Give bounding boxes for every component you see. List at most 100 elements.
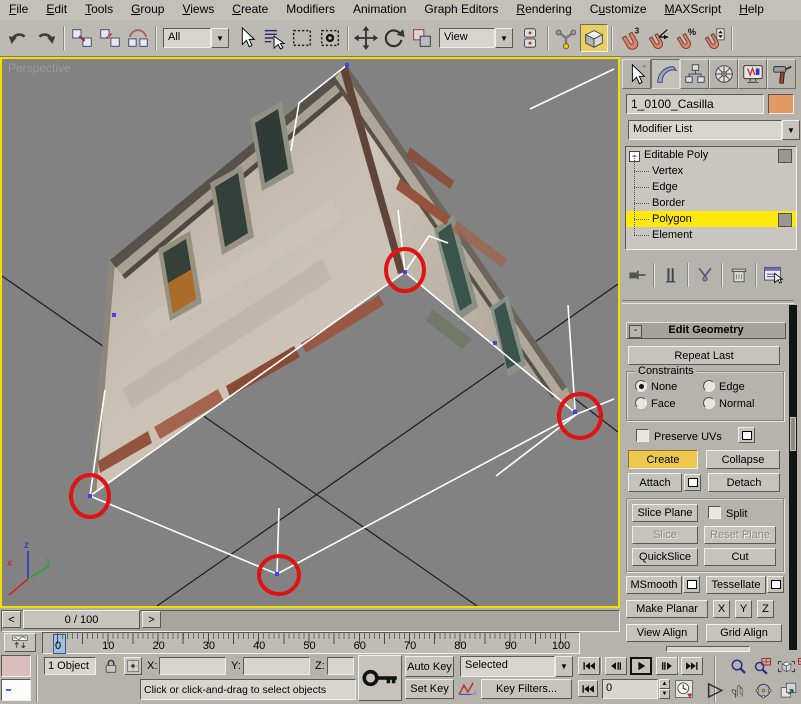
open-mini-curve-editor-button[interactable] <box>4 633 36 652</box>
menu-help[interactable]: Help <box>730 0 773 20</box>
menu-animation[interactable]: Animation <box>344 0 415 20</box>
chevron-down-icon[interactable]: ▼ <box>555 656 573 677</box>
checkbox-icon[interactable] <box>708 506 721 519</box>
z-coordinate-field[interactable] <box>327 657 354 675</box>
tab-create[interactable] <box>622 59 651 89</box>
menu-create[interactable]: Create <box>223 0 277 20</box>
view-align-button[interactable]: View Align <box>626 624 698 642</box>
constraint-radio-none[interactable]: None <box>635 380 703 397</box>
constraint-radio-edge[interactable]: Edge <box>703 380 771 397</box>
time-slider-next-button[interactable]: > <box>142 611 161 628</box>
radio-icon[interactable] <box>703 397 715 409</box>
snap-3d-icon[interactable]: 3 <box>616 24 644 52</box>
track-bar-ruler[interactable]: 0102030405060708090100 <box>42 632 580 654</box>
tab-motion[interactable] <box>709 59 738 89</box>
x-coordinate-field[interactable] <box>159 657 226 675</box>
panel-scrollbar[interactable] <box>789 305 797 650</box>
stack-item-border[interactable]: Border <box>626 195 796 211</box>
radio-icon[interactable] <box>635 397 647 409</box>
checkbox-icon[interactable] <box>636 429 649 442</box>
redo-icon[interactable] <box>32 24 60 52</box>
arc-rotate-icon[interactable] <box>753 680 773 700</box>
chevron-down-icon[interactable]: ▼ <box>782 120 800 140</box>
next-frame-button[interactable] <box>656 657 678 675</box>
modifier-list-dropdown[interactable]: Modifier List ▼ <box>628 120 800 140</box>
cut-button[interactable]: Cut <box>704 548 776 566</box>
zoom-extents-all-icon[interactable] <box>796 656 801 676</box>
snaps-toggle-icon[interactable] <box>580 24 608 52</box>
window-crossing-toggle-icon[interactable] <box>316 24 344 52</box>
set-key-button[interactable]: Set Key <box>405 679 454 699</box>
menu-group[interactable]: Group <box>122 0 173 20</box>
field-of-view-icon[interactable] <box>704 680 724 700</box>
zoom-all-icon[interactable] <box>752 656 772 676</box>
go-to-end-button[interactable] <box>681 657 703 675</box>
chevron-down-icon[interactable]: ▼ <box>211 28 229 48</box>
undo-icon[interactable] <box>4 24 32 52</box>
select-and-move-icon[interactable] <box>352 24 380 52</box>
min-max-toggle-icon[interactable] <box>778 680 798 700</box>
select-object-icon[interactable] <box>232 24 260 52</box>
slice-plane-button[interactable]: Slice Plane <box>632 504 698 522</box>
scrollbar-handle[interactable] <box>790 417 796 451</box>
building-mesh[interactable] <box>90 65 577 496</box>
stack-item-polygon[interactable]: Polygon <box>626 211 796 227</box>
detach-button[interactable]: Detach <box>708 473 780 492</box>
collapse-button[interactable]: Collapse <box>706 450 780 469</box>
menu-edit[interactable]: Edit <box>37 0 76 20</box>
menu-modifiers[interactable]: Modifiers <box>277 0 344 20</box>
menu-customize[interactable]: Customize <box>581 0 656 20</box>
use-pivot-point-center-icon[interactable] <box>516 24 544 52</box>
key-filters-button[interactable]: Key Filters... <box>481 679 572 699</box>
make-planar-x-button[interactable]: X <box>713 600 730 618</box>
viewport-canvas[interactable]: x z y <box>2 59 618 606</box>
repeat-last-button[interactable]: Repeat Last <box>628 346 780 365</box>
radio-icon[interactable] <box>635 380 647 392</box>
attach-settings-button[interactable] <box>684 474 701 491</box>
set-keys-button[interactable] <box>358 655 402 701</box>
key-mode-toggle-button[interactable] <box>578 680 598 697</box>
angle-snap-icon[interactable] <box>644 24 672 52</box>
msmooth-settings-button[interactable] <box>683 576 700 593</box>
grid-align-button[interactable]: Grid Align <box>706 624 782 642</box>
attach-button[interactable]: Attach <box>628 473 682 492</box>
menu-graph-editors[interactable]: Graph Editors <box>415 0 507 20</box>
mini-listener-pink[interactable] <box>1 655 31 677</box>
absolute-offset-mode-icon[interactable] <box>124 657 142 675</box>
selection-filter-dropdown[interactable]: All▼ <box>163 28 229 48</box>
quickslice-button[interactable]: QuickSlice <box>632 548 698 566</box>
tab-utilities[interactable] <box>767 59 796 89</box>
mini-listener-white[interactable] <box>1 679 31 701</box>
pin-stack-icon[interactable] <box>624 263 650 287</box>
object-color-swatch[interactable] <box>768 94 794 114</box>
pan-icon[interactable] <box>728 680 748 700</box>
constraint-radio-normal[interactable]: Normal <box>703 397 771 414</box>
menu-file[interactable]: File <box>0 0 37 20</box>
menu-maxscript[interactable]: MAXScript <box>656 0 731 20</box>
stack-item-editable-poly[interactable]: −Editable Poly <box>626 147 796 163</box>
auto-key-button[interactable]: Auto Key <box>405 656 454 677</box>
select-and-scale-icon[interactable] <box>408 24 436 52</box>
tessellate-button[interactable]: Tessellate <box>706 576 766 594</box>
selection-lock-icon[interactable] <box>102 657 120 675</box>
constraint-radio-face[interactable]: Face <box>635 397 703 414</box>
stack-item-vertex[interactable]: Vertex <box>626 163 796 179</box>
preserve-uvs-settings-button[interactable] <box>738 427 755 443</box>
tab-hierarchy[interactable] <box>680 59 709 89</box>
edit-geometry-rollout-header[interactable]: - Edit Geometry <box>626 322 786 339</box>
play-button[interactable] <box>630 657 652 675</box>
menu-views[interactable]: Views <box>173 0 223 20</box>
msmooth-button[interactable]: MSmooth <box>626 576 682 594</box>
time-slider-handle[interactable]: 0 / 100 <box>23 610 140 629</box>
current-frame-field[interactable]: 0 <box>602 679 658 699</box>
chevron-down-icon[interactable]: ▼ <box>495 28 513 48</box>
zoom-extents-icon[interactable] <box>776 656 796 676</box>
tab-modify[interactable] <box>651 59 680 89</box>
radio-icon[interactable] <box>703 380 715 392</box>
make-planar-y-button[interactable]: Y <box>735 600 752 618</box>
collapse-rollout-icon[interactable]: - <box>629 325 642 338</box>
perspective-viewport[interactable]: Perspective <box>0 57 620 608</box>
select-and-link-icon[interactable] <box>68 24 96 52</box>
make-unique-icon[interactable] <box>692 263 718 287</box>
key-filters-curve-icon[interactable] <box>457 679 477 699</box>
